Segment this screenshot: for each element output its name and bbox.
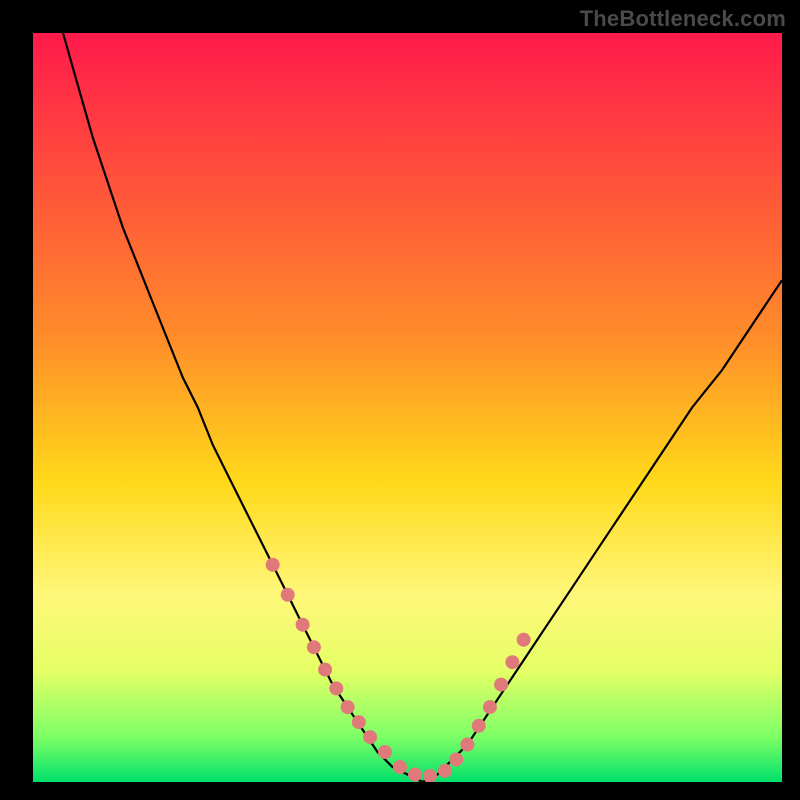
marker-point xyxy=(505,655,519,669)
marker-point xyxy=(483,700,497,714)
marker-point xyxy=(352,715,366,729)
marker-point xyxy=(449,753,463,767)
marker-point xyxy=(472,719,486,733)
marker-point xyxy=(296,618,310,632)
marker-point xyxy=(408,768,422,782)
marker-point xyxy=(341,700,355,714)
marker-point xyxy=(329,681,343,695)
marker-point xyxy=(378,745,392,759)
marker-point xyxy=(393,760,407,774)
chart-container: TheBottleneck.com xyxy=(0,0,800,800)
gradient-background xyxy=(33,33,782,782)
bottleneck-curve-chart xyxy=(0,0,800,800)
marker-point xyxy=(517,633,531,647)
marker-point xyxy=(318,663,332,677)
marker-point xyxy=(307,640,321,654)
marker-point xyxy=(363,730,377,744)
marker-point xyxy=(460,738,474,752)
watermark-label: TheBottleneck.com xyxy=(580,6,786,32)
marker-point xyxy=(266,558,280,572)
marker-point xyxy=(423,769,437,783)
marker-point xyxy=(494,678,508,692)
marker-point xyxy=(438,764,452,778)
marker-point xyxy=(281,588,295,602)
